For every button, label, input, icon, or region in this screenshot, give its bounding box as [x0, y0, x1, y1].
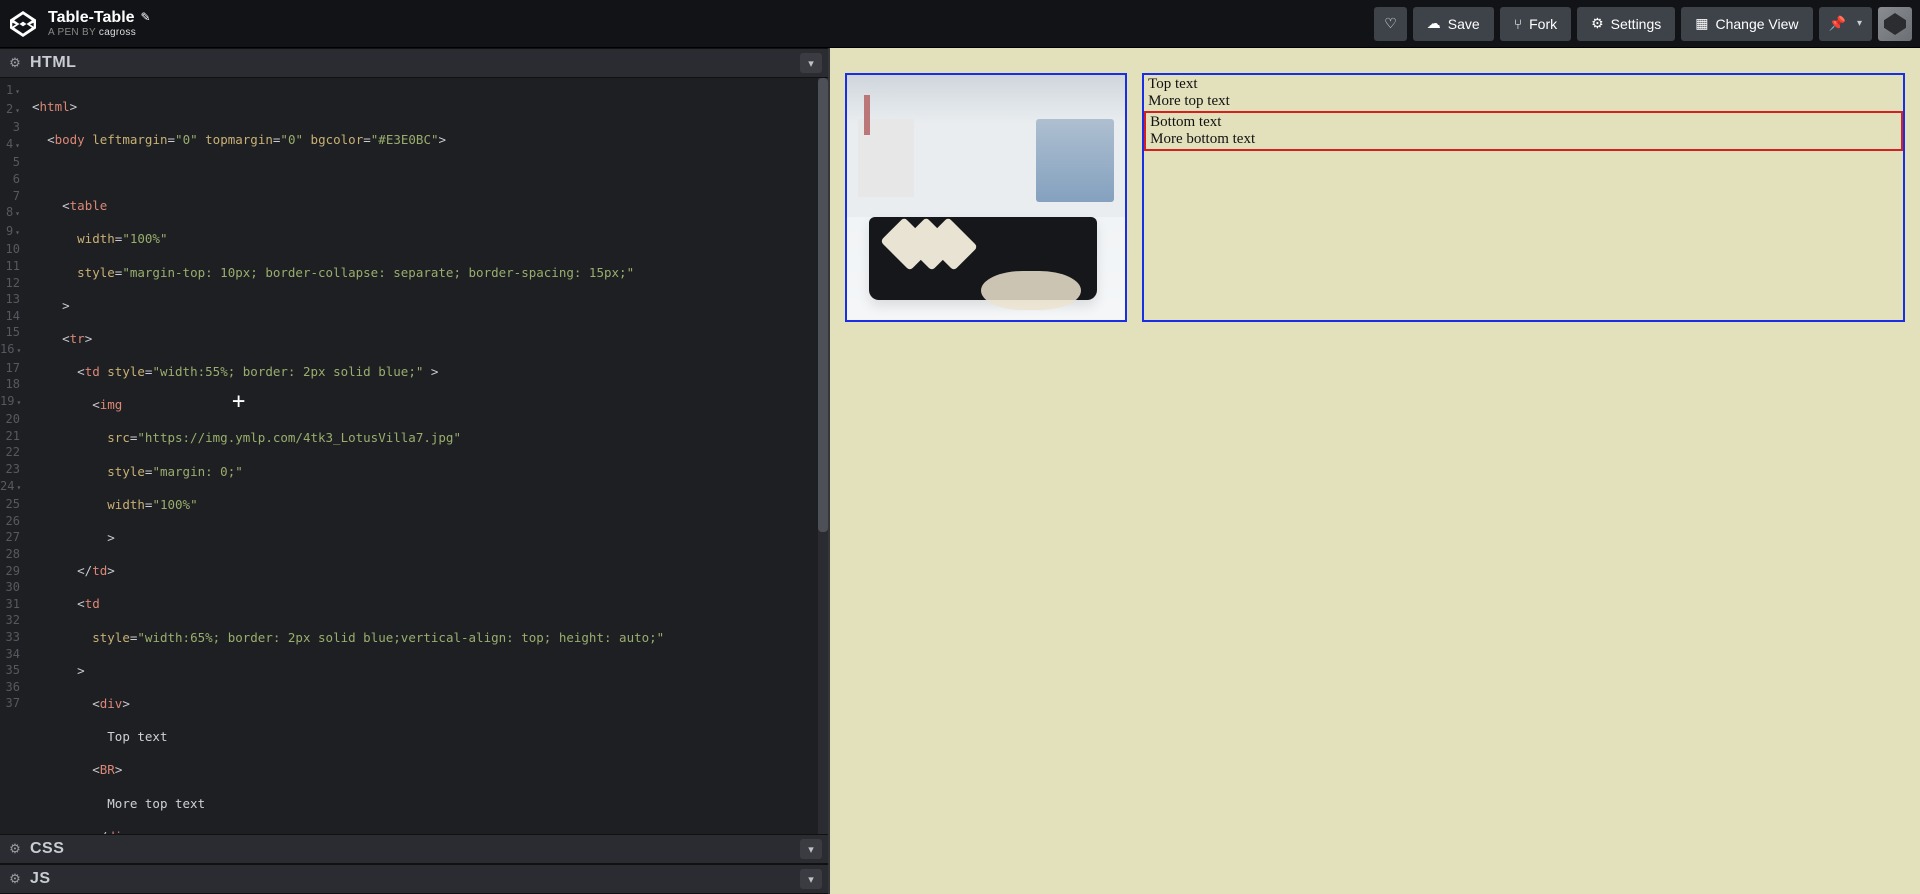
pin-icon: 📌 — [1829, 15, 1846, 32]
title-block: Table-Table ✎ A PEN BY cagross — [48, 9, 151, 39]
byline-prefix: A PEN BY — [48, 27, 96, 38]
line-gutter: 1234567891011121314151617181920212223242… — [0, 78, 26, 834]
layout-icon: ▦ — [1695, 15, 1708, 32]
html-editor[interactable]: 1234567891011121314151617181920212223242… — [0, 78, 828, 834]
preview-pane: Top text More top text Bottom text More … — [830, 48, 1920, 894]
settings-label: Settings — [1611, 16, 1662, 32]
preview-top-2: More top text — [1148, 93, 1230, 109]
js-panel-chevron[interactable]: ▾ — [800, 869, 822, 889]
cloud-icon: ☁ — [1427, 15, 1441, 32]
edit-title-icon[interactable]: ✎ — [141, 11, 151, 25]
js-panel-header: ⚙ JS ▾ — [0, 864, 828, 894]
heart-icon: ♡ — [1384, 15, 1397, 32]
html-panel-header: ⚙ HTML ▾ — [0, 48, 828, 78]
html-settings-icon[interactable]: ⚙ — [6, 54, 24, 72]
html-panel-chevron[interactable]: ▾ — [800, 53, 822, 73]
js-settings-icon[interactable]: ⚙ — [6, 870, 24, 888]
codepen-logo[interactable] — [8, 9, 38, 39]
preview-table: Top text More top text Bottom text More … — [830, 58, 1920, 337]
preview-image — [847, 75, 1125, 320]
preview-text-cell: Top text More top text Bottom text More … — [1142, 73, 1905, 322]
pin-button[interactable]: 📌 — [1819, 7, 1872, 41]
pen-title[interactable]: Table-Table — [48, 9, 135, 27]
css-panel-chevron[interactable]: ▾ — [800, 839, 822, 859]
heart-button[interactable]: ♡ — [1374, 7, 1407, 41]
editors-column: ⚙ HTML ▾ 1234567891011121314151617181920… — [0, 48, 830, 894]
fork-button[interactable]: ⑂ Fork — [1500, 7, 1571, 41]
editor-scrollbar-thumb[interactable] — [818, 78, 828, 532]
settings-button[interactable]: ⚙ Settings — [1577, 7, 1675, 41]
app-header: Table-Table ✎ A PEN BY cagross ♡ ☁ Save ⑂… — [0, 0, 1920, 48]
preview-bottom-block: Bottom text More bottom text — [1144, 111, 1903, 151]
byline: A PEN BY cagross — [48, 27, 151, 39]
preview-bottom-1: Bottom text — [1150, 114, 1221, 130]
js-panel-title: JS — [30, 870, 51, 888]
css-panel-title: CSS — [30, 840, 64, 858]
change-view-label: Change View — [1716, 16, 1799, 32]
user-avatar[interactable] — [1878, 7, 1912, 41]
preview-top-block: Top text More top text — [1144, 75, 1903, 111]
preview-image-cell — [845, 73, 1127, 322]
preview-top-1: Top text — [1148, 76, 1197, 92]
header-actions: ♡ ☁ Save ⑂ Fork ⚙ Settings ▦ Change View 📌 — [1374, 7, 1912, 41]
code-area[interactable]: <html> <body leftmargin="0" topmargin="0… — [26, 78, 828, 834]
fork-label: Fork — [1529, 16, 1557, 32]
editor-preview-split: ⚙ HTML ▾ 1234567891011121314151617181920… — [0, 48, 1920, 894]
css-panel-header: ⚙ CSS ▾ — [0, 834, 828, 864]
save-button[interactable]: ☁ Save — [1413, 7, 1494, 41]
change-view-button[interactable]: ▦ Change View — [1681, 7, 1812, 41]
html-panel-title: HTML — [30, 54, 76, 72]
preview-bottom-2: More bottom text — [1150, 131, 1255, 147]
gear-icon: ⚙ — [1591, 15, 1604, 32]
fork-icon: ⑂ — [1514, 16, 1522, 32]
css-settings-icon[interactable]: ⚙ — [6, 840, 24, 858]
author-link[interactable]: cagross — [99, 27, 136, 38]
save-label: Save — [1448, 16, 1480, 32]
